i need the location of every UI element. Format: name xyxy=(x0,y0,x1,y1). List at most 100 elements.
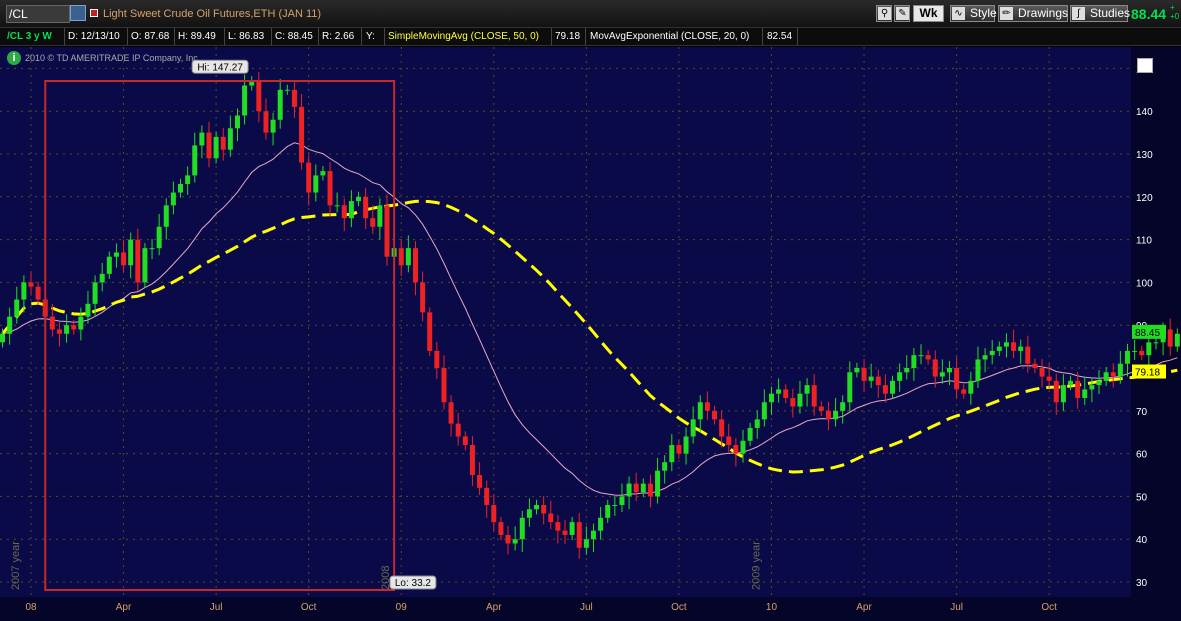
candle-body xyxy=(1018,346,1024,351)
candle-body xyxy=(1039,368,1045,377)
candle-body xyxy=(1025,346,1031,364)
candle-body xyxy=(526,509,532,518)
last-price: 88.44 xyxy=(1131,6,1167,22)
candle-body xyxy=(512,539,518,544)
chart-settings-icon[interactable] xyxy=(1137,58,1153,73)
candle-body xyxy=(669,445,675,463)
sma-price-badge-label: 79.18 xyxy=(1135,368,1160,379)
candle-body xyxy=(185,175,191,184)
candle-body xyxy=(1032,363,1038,369)
candle-body xyxy=(961,389,967,394)
candle-body xyxy=(484,487,490,505)
candle-body xyxy=(113,252,119,257)
info-volume: Y: xyxy=(366,31,375,42)
candle-body xyxy=(85,303,91,317)
candle-body xyxy=(790,397,796,407)
candle-body xyxy=(562,530,568,535)
symbol-input[interactable] xyxy=(9,6,67,22)
candle-body xyxy=(918,355,924,357)
ema-study-label[interactable]: MovAvgExponential (CLOSE, 20, 0) xyxy=(590,31,749,42)
settings-button[interactable]: ✎ xyxy=(894,5,910,22)
link-button[interactable]: ⚲ xyxy=(876,5,892,22)
style-label: Style xyxy=(970,6,997,20)
style-button[interactable]: ∿ Style xyxy=(950,5,997,22)
candle-body xyxy=(469,445,475,476)
drawings-button[interactable]: ✏ Drawings xyxy=(998,5,1068,22)
candle-body xyxy=(897,372,903,381)
candle-body xyxy=(1132,350,1138,352)
candle-body xyxy=(768,393,774,403)
x-tick-label: Apr xyxy=(856,602,872,613)
candle-body xyxy=(356,196,362,202)
candle-body xyxy=(327,171,333,206)
candle-body xyxy=(989,350,995,356)
candle-body xyxy=(1068,380,1074,386)
studies-icon: ∫ xyxy=(1072,7,1085,20)
info-date: D: 12/13/10 xyxy=(68,31,120,42)
candle-body xyxy=(334,205,340,207)
chart-label[interactable]: /CL 3 y W xyxy=(7,31,52,42)
candle-body xyxy=(434,350,440,369)
candle-body xyxy=(420,282,426,313)
close-price-badge-label: 88.45 xyxy=(1135,328,1160,339)
price-chart[interactable]: Hi: 147.27Lo: 33.2 304050607080901001101… xyxy=(0,0,1181,621)
candle-body xyxy=(804,385,810,394)
candle-body xyxy=(1117,363,1123,377)
candle-body xyxy=(904,368,910,373)
candle-body xyxy=(1174,333,1180,347)
info-icon[interactable]: i xyxy=(7,51,21,65)
candle-body xyxy=(818,406,824,411)
candle-body xyxy=(227,128,233,150)
symbol-box[interactable] xyxy=(6,5,70,23)
candle-body xyxy=(975,359,981,381)
candle-body xyxy=(178,183,184,193)
copyright-text: 2010 © TD AMERITRADE IP Company, Inc. xyxy=(25,53,201,63)
candle-body xyxy=(598,517,604,531)
y-tick-label: 140 xyxy=(1136,107,1153,118)
candle-body xyxy=(199,132,205,146)
x-tick-label: Jul xyxy=(580,602,593,613)
candle-body xyxy=(441,368,447,403)
x-tick-label: Oct xyxy=(1041,602,1057,613)
candle-body xyxy=(726,436,732,446)
candle-body xyxy=(256,81,262,112)
candle-body xyxy=(719,419,725,437)
y-tick-label: 30 xyxy=(1136,578,1148,589)
net-change: + +0 xyxy=(1170,3,1179,21)
candle-body xyxy=(541,504,547,514)
x-tick-label: 10 xyxy=(766,602,778,613)
candle-body xyxy=(0,333,6,343)
candle-body xyxy=(754,419,760,428)
symbol-lookup-button[interactable] xyxy=(70,5,86,21)
candle-body xyxy=(284,89,290,91)
candle-body xyxy=(683,436,689,454)
year-label: 2009 year xyxy=(750,541,762,590)
candle-body xyxy=(71,325,77,330)
change-down: +0 xyxy=(1170,12,1180,21)
pencil-icon: ✏ xyxy=(1000,7,1013,20)
candle-body xyxy=(1003,342,1009,347)
info-high: H: 89.49 xyxy=(178,31,216,42)
candle-body xyxy=(1011,342,1017,351)
x-tick-label: Jul xyxy=(210,602,223,613)
candle-body xyxy=(676,445,682,454)
candle-body xyxy=(1167,329,1173,347)
candle-body xyxy=(320,171,326,176)
candle-body xyxy=(911,355,917,369)
toolbar: Light Sweet Crude Oil Futures,ETH (JAN 1… xyxy=(0,0,1181,28)
candle-body xyxy=(384,205,390,257)
candle-body xyxy=(982,355,988,360)
candle-body xyxy=(1124,350,1130,364)
candle-body xyxy=(498,522,504,535)
candle-body xyxy=(291,89,297,107)
candle-body xyxy=(555,522,561,531)
candle-body xyxy=(619,496,625,505)
studies-button[interactable]: ∫ Studies xyxy=(1070,5,1130,22)
sma-study-label[interactable]: SimpleMovingAvg (CLOSE, 50, 0) xyxy=(388,31,539,42)
y-tick-label: 100 xyxy=(1136,278,1153,289)
candle-body xyxy=(313,175,319,193)
futures-flag-icon xyxy=(90,9,98,17)
aggregation-button[interactable]: Wk xyxy=(913,5,944,22)
info-range: R: 2.66 xyxy=(322,31,355,42)
candle-body xyxy=(341,205,347,219)
